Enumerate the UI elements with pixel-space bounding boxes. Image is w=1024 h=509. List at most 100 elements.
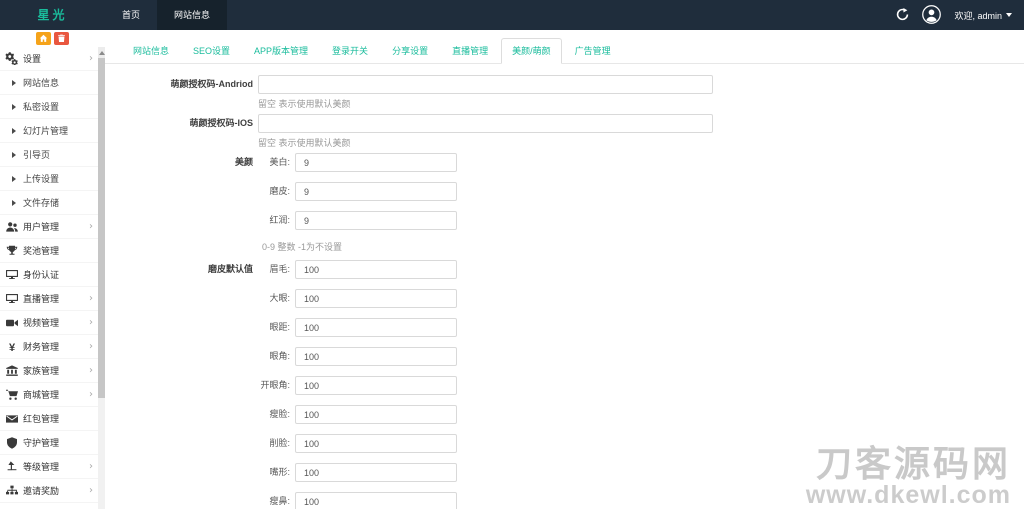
auth-code-input[interactable]: [258, 114, 713, 133]
avatar-icon[interactable]: [922, 4, 942, 26]
sidebar-main-items: 用户管理 › 奖池管理 › 身份认证 ›: [0, 215, 98, 509]
sidebar-item-settings[interactable]: 设置 ›: [0, 47, 98, 71]
default-value-input[interactable]: [295, 347, 457, 366]
trophy-icon: [4, 245, 19, 257]
sidebar-subitem[interactable]: 幻灯片管理: [0, 119, 98, 143]
sidebar-item[interactable]: ¥ 财务管理 ›: [0, 335, 98, 359]
home-icon: [39, 31, 48, 46]
beauty-value-input[interactable]: [295, 153, 457, 172]
field-label: 大眼:: [269, 293, 290, 303]
default-value-input[interactable]: [295, 289, 457, 308]
topbar: 星光 首页 网站信息 欢迎, admin: [0, 0, 1024, 30]
chevron-right-icon: ›: [89, 485, 93, 496]
sidebar-subitem[interactable]: 引导页: [0, 143, 98, 167]
sidebar-item[interactable]: 红包管理 ›: [0, 407, 98, 431]
auth-code-input[interactable]: [258, 75, 713, 94]
chevron-right-icon: ›: [89, 317, 93, 328]
scrollbar-up-arrow-icon[interactable]: [98, 47, 105, 58]
settings-tab[interactable]: 美颜/萌颜: [501, 38, 562, 64]
app-logo: 星光: [37, 8, 68, 22]
form-row: 红润:: [105, 211, 1024, 230]
video-icon: [4, 317, 19, 329]
topbar-tab[interactable]: 首页: [105, 0, 157, 30]
sidebar-subitem[interactable]: 网站信息: [0, 71, 98, 95]
field-label: 萌颜授权码-Andriod: [170, 79, 254, 89]
shield-icon: [4, 436, 19, 449]
field-help-text: 留空 表示使用默认美颜: [258, 99, 351, 109]
sidebar-item[interactable]: 守护管理 ›: [0, 431, 98, 455]
sidebar-item[interactable]: 直播管理 ›: [0, 287, 98, 311]
sidebar-subitem[interactable]: 私密设置: [0, 95, 98, 119]
beauty-value-input[interactable]: [295, 211, 457, 230]
field-label: 瘦鼻:: [269, 496, 290, 506]
settings-tab[interactable]: APP版本管理: [243, 38, 319, 64]
sidebar-item[interactable]: 商城管理 ›: [0, 383, 98, 407]
sidebar-item[interactable]: 等级管理 ›: [0, 455, 98, 479]
settings-tab-label: 登录开关: [332, 46, 369, 56]
sidebar-item[interactable]: 奖池管理 ›: [0, 239, 98, 263]
caret-right-icon: [12, 79, 16, 86]
field-label: 嘴形:: [269, 467, 290, 477]
section-label: 磨皮默认值: [207, 264, 253, 274]
sidebar-item[interactable]: 身份认证 ›: [0, 263, 98, 287]
settings-tabs: 网站信息 SEO设置 APP版本管理 登录开关 分享设置 直播管理 美颜/萌颜 …: [105, 30, 1024, 64]
sidebar-subitem[interactable]: 上传设置: [0, 167, 98, 191]
sidebar-item[interactable]: 贵族管理 ›: [0, 503, 98, 509]
default-value-input[interactable]: [295, 260, 457, 279]
form-row: 眼距:: [105, 318, 1024, 337]
default-value-input[interactable]: [295, 463, 457, 482]
sidebar-item[interactable]: 用户管理 ›: [0, 215, 98, 239]
default-value-input[interactable]: [295, 376, 457, 395]
users-icon: [4, 221, 19, 233]
caret-right-icon: [12, 151, 16, 158]
settings-tab[interactable]: 分享设置: [381, 38, 439, 64]
scrollbar-thumb[interactable]: [98, 58, 105, 398]
settings-tab[interactable]: 登录开关: [321, 38, 379, 64]
beauty-help-text: 0-9 整数 -1为不设置: [262, 242, 343, 252]
chevron-right-icon: ›: [89, 53, 93, 64]
sidebar-menu: 设置 › 网站信息 私密设置 幻灯片管理 引导页 上传设置 文件存储 用户管理 …: [0, 47, 98, 509]
sidebar-item-label: 设置: [23, 54, 42, 64]
default-value-input[interactable]: [295, 434, 457, 453]
field-label: 萌颜授权码-IOS: [189, 118, 253, 128]
form-row: 萌颜授权码-Andriod 留空 表示使用默认美颜: [105, 75, 1024, 110]
topbar-tab[interactable]: 网站信息: [157, 0, 228, 30]
sidebar-item[interactable]: 家族管理 ›: [0, 359, 98, 383]
home-button[interactable]: [36, 32, 51, 45]
bank-icon: [4, 364, 19, 377]
sidebar-subitem[interactable]: 文件存储: [0, 191, 98, 215]
settings-tab[interactable]: SEO设置: [182, 38, 241, 64]
beauty-settings-form: 萌颜授权码-Andriod 留空 表示使用默认美颜 萌颜授权码-IOS 留空 表…: [105, 64, 1024, 509]
trash-icon: [57, 31, 66, 46]
default-value-input[interactable]: [295, 318, 457, 337]
topbar-tab-label: 网站信息: [174, 10, 211, 20]
settings-tab[interactable]: 直播管理: [441, 38, 499, 64]
sidebar-item-label: 商城管理: [23, 390, 60, 400]
default-value-input[interactable]: [295, 405, 457, 424]
sidebar-scrollbar[interactable]: [98, 47, 105, 509]
form-row: 削脸:: [105, 434, 1024, 453]
form-row: 开眼角:: [105, 376, 1024, 395]
refresh-icon[interactable]: [896, 7, 909, 23]
svg-text:¥: ¥: [8, 342, 15, 353]
settings-tab[interactable]: 网站信息: [122, 38, 180, 64]
topbar-tabs: 首页 网站信息: [105, 0, 228, 30]
beauty-value-input[interactable]: [295, 182, 457, 201]
sidebar-item[interactable]: 视频管理 ›: [0, 311, 98, 335]
levelup-icon: [4, 460, 19, 473]
envelope-icon: [4, 413, 19, 425]
sidebar-header-buttons: [0, 30, 105, 47]
user-menu[interactable]: 欢迎, admin: [954, 9, 1012, 22]
trash-button[interactable]: [54, 32, 69, 45]
settings-tab-label: SEO设置: [193, 46, 231, 56]
settings-tab[interactable]: 广告管理: [564, 38, 622, 64]
form-row: 眼角:: [105, 347, 1024, 366]
settings-tab-label: 直播管理: [452, 46, 489, 56]
chevron-right-icon: ›: [89, 461, 93, 472]
default-value-input[interactable]: [295, 492, 457, 509]
sidebar-item[interactable]: 邀请奖励 ›: [0, 479, 98, 503]
welcome-text: 欢迎, admin: [954, 10, 1002, 21]
admin-page: 星光 首页 网站信息 欢迎, admin 设置 › 网站信息 私密设置 幻灯片管…: [0, 0, 1024, 509]
form-row: 嘴形:: [105, 463, 1024, 482]
form-row: 瘦鼻:: [105, 492, 1024, 509]
